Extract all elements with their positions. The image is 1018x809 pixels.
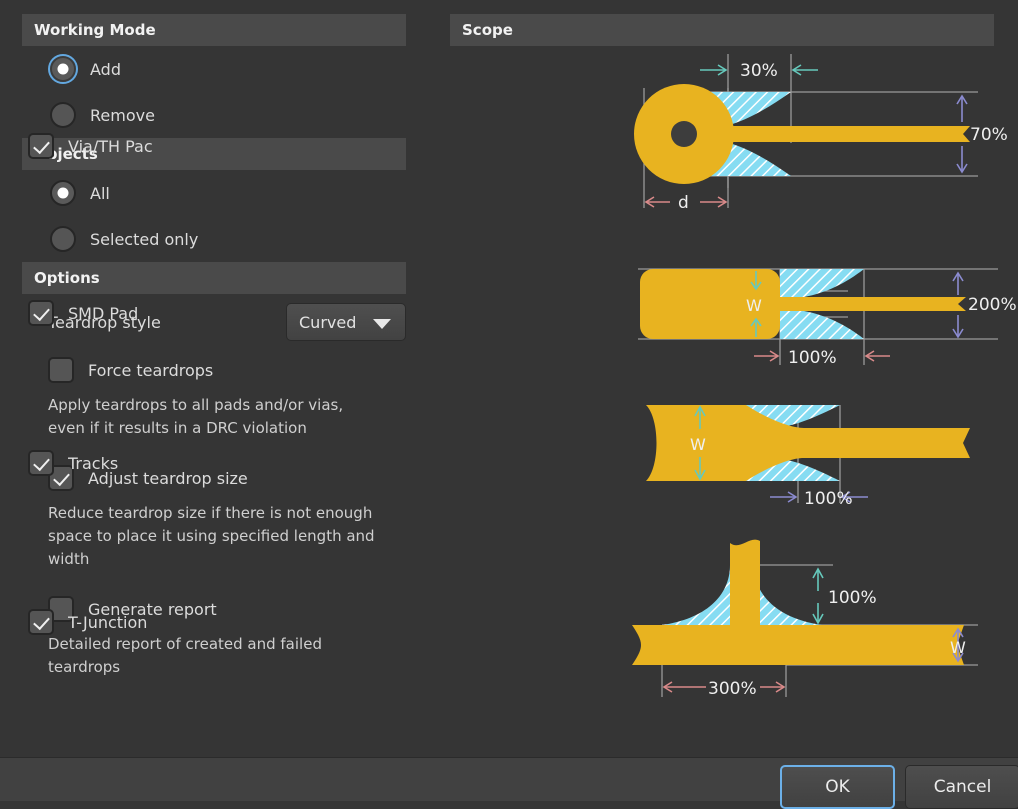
smd-width-annotation: W xyxy=(746,296,762,315)
radio-remove-label: Remove xyxy=(90,105,155,125)
smd-horizontal-annotation: 100% xyxy=(788,348,837,368)
left-panel: Working Mode Add Remove Objects All Sele… xyxy=(22,14,406,679)
teardrop-style-value: Curved xyxy=(299,312,357,332)
scope-header: Scope xyxy=(450,14,994,46)
via-vertical-annotation: 70% xyxy=(970,125,1008,145)
via-diameter-annotation: d xyxy=(678,193,689,213)
radio-all-indicator[interactable] xyxy=(50,180,76,206)
radio-remove[interactable]: Remove xyxy=(22,92,406,138)
tracks-horizontal-annotation: 100% xyxy=(804,489,853,509)
tracks-diagram: W 100% xyxy=(646,405,970,509)
checkbox-smd-pad[interactable]: SMD Pad xyxy=(28,300,138,326)
tj-width-annotation: W xyxy=(950,638,966,657)
tj-horizontal-annotation: 300% xyxy=(708,679,757,699)
checkbox-via-th-pad-label: Via/TH Pac xyxy=(68,136,153,156)
radio-selected-only-label: Selected only xyxy=(90,229,199,249)
working-mode-header: Working Mode xyxy=(22,14,406,46)
checkbox-t-junction[interactable]: T-Junction xyxy=(28,609,147,635)
checkbox-via-th-pad[interactable]: Via/TH Pac xyxy=(28,133,153,159)
checkbox-t-junction-indicator[interactable] xyxy=(28,609,54,635)
checkbox-tracks-indicator[interactable] xyxy=(28,450,54,476)
force-teardrops-help: Apply teardrops to all pads and/or vias,… xyxy=(48,396,344,437)
checkbox-via-th-pad-indicator[interactable] xyxy=(28,133,54,159)
radio-all-label: All xyxy=(90,183,110,203)
tracks-width-annotation: W xyxy=(690,435,706,454)
smd-vertical-annotation: 200% xyxy=(968,295,1017,315)
teardrop-style-select[interactable]: Curved xyxy=(286,303,406,341)
radio-add[interactable]: Add xyxy=(22,46,406,92)
checkbox-force-teardrops-indicator[interactable] xyxy=(48,357,74,383)
ok-button[interactable]: OK xyxy=(780,765,895,809)
cancel-button[interactable]: Cancel xyxy=(905,765,1018,809)
radio-remove-indicator[interactable] xyxy=(50,102,76,128)
checkbox-smd-pad-indicator[interactable] xyxy=(28,300,54,326)
via-th-pad-diagram: 30% 70% d xyxy=(634,54,1008,213)
checkbox-force-teardrops-label: Force teardrops xyxy=(88,360,214,380)
teardrop-dialog: Working Mode Add Remove Objects All Sele… xyxy=(0,0,1018,809)
checkbox-tracks[interactable]: Tracks xyxy=(28,450,118,476)
radio-all[interactable]: All xyxy=(22,170,406,216)
radio-add-indicator[interactable] xyxy=(50,56,76,82)
checkbox-smd-pad-label: SMD Pad xyxy=(68,303,139,323)
adjust-teardrop-size-help: Reduce teardrop size if there is not eno… xyxy=(48,504,375,568)
options-header: Options xyxy=(22,262,406,294)
via-horizontal-annotation: 30% xyxy=(740,61,778,81)
t-junction-diagram: 100% W 300% xyxy=(632,539,978,699)
radio-selected-only-indicator[interactable] xyxy=(50,226,76,252)
generate-report-help: Detailed report of created and failed te… xyxy=(48,635,322,676)
smd-pad-diagram: W 200% 100% xyxy=(638,268,1017,368)
radio-add-label: Add xyxy=(90,59,121,79)
scope-panel: Scope xyxy=(450,14,994,46)
checkbox-force-teardrops[interactable]: Force teardrops xyxy=(22,350,406,390)
tj-vertical-annotation: 100% xyxy=(828,588,877,608)
checkbox-t-junction-label: T-Junction xyxy=(68,612,148,632)
radio-selected-only[interactable]: Selected only xyxy=(22,216,406,262)
checkbox-tracks-label: Tracks xyxy=(68,453,119,473)
chevron-down-icon xyxy=(373,319,391,329)
